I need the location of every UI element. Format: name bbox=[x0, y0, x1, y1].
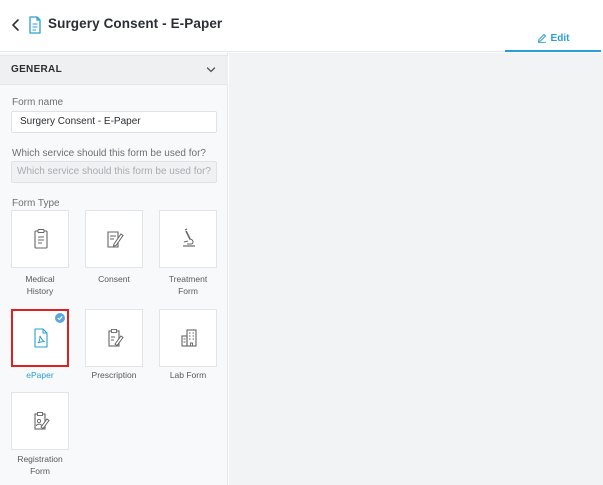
service-select[interactable]: Which service should this form be used f… bbox=[11, 161, 217, 183]
sign-document-icon bbox=[107, 231, 124, 248]
service-label: Which service should this form be used f… bbox=[12, 148, 206, 159]
form-type-label-consent: Consent bbox=[98, 274, 130, 284]
form-type-label: Form Type bbox=[12, 198, 60, 209]
pdf-document-icon bbox=[34, 328, 48, 348]
pencil-icon bbox=[537, 33, 546, 43]
form-type-epaper[interactable] bbox=[11, 309, 69, 367]
lab-building-icon bbox=[181, 329, 197, 347]
tab-edit[interactable]: Edit bbox=[505, 30, 601, 52]
form-preview-canvas bbox=[229, 53, 603, 485]
form-type-label-prescription: Prescription bbox=[91, 370, 137, 380]
tab-edit-label: Edit bbox=[550, 33, 570, 44]
general-section-header[interactable]: GENERAL bbox=[0, 55, 228, 85]
selected-check-icon bbox=[55, 313, 65, 323]
form-type-consent[interactable] bbox=[85, 210, 143, 268]
form-type-registration-form[interactable] bbox=[11, 392, 69, 450]
form-type-label-treatment-form: Treatment Form bbox=[168, 274, 208, 296]
form-type-treatment-form[interactable] bbox=[159, 210, 217, 268]
form-name-label: Form name bbox=[12, 97, 64, 108]
microscope-icon bbox=[183, 228, 195, 247]
form-type-medical-history[interactable] bbox=[11, 210, 69, 268]
prescription-icon bbox=[108, 329, 124, 347]
form-name-input[interactable]: Surgery Consent - E-Paper bbox=[11, 111, 217, 133]
chevron-down-icon bbox=[206, 67, 216, 73]
document-icon bbox=[29, 16, 41, 34]
form-type-label-epaper: ePaper bbox=[26, 370, 54, 380]
back-arrow-icon[interactable] bbox=[9, 15, 23, 35]
form-settings-sidebar: GENERAL Form name Surgery Consent - E-Pa… bbox=[0, 53, 228, 485]
form-type-label-lab-form: Lab Form bbox=[169, 370, 207, 380]
form-type-label-medical-history: Medical History bbox=[25, 274, 55, 296]
page-title: Surgery Consent - E-Paper bbox=[48, 16, 223, 31]
form-type-label-registration-form: Registration Form bbox=[17, 454, 63, 476]
form-type-lab-form[interactable] bbox=[159, 309, 217, 367]
section-title: GENERAL bbox=[11, 64, 62, 75]
form-type-prescription[interactable] bbox=[85, 309, 143, 367]
top-header: Surgery Consent - E-Paper Edit bbox=[0, 0, 603, 52]
clipboard-icon bbox=[34, 229, 48, 249]
registration-clipboard-icon bbox=[34, 412, 50, 430]
